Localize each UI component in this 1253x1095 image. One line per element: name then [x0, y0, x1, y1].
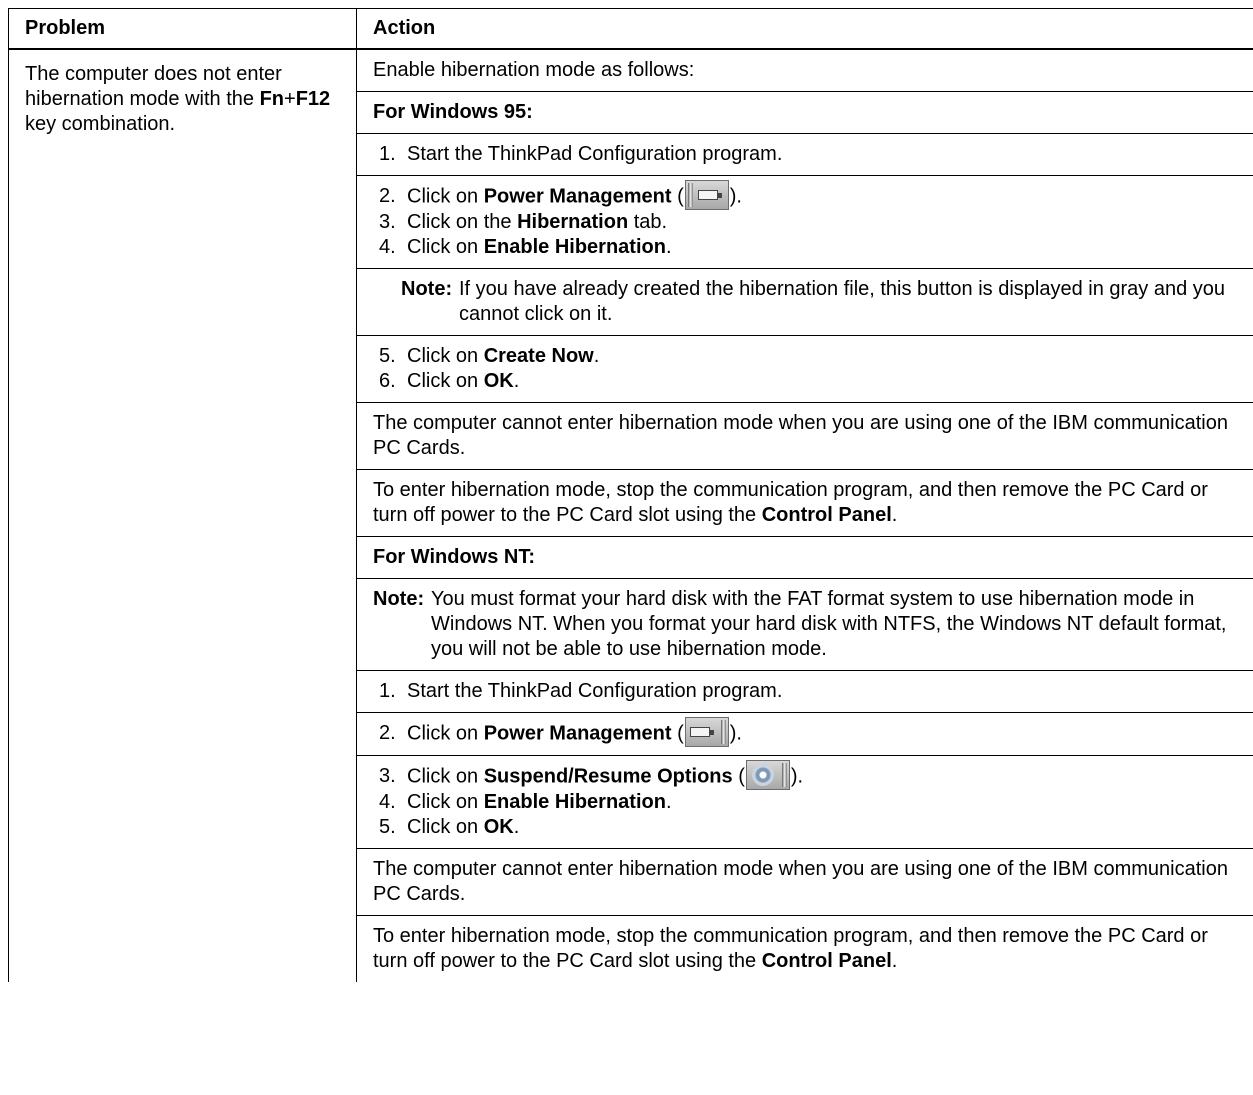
- list-item: 5. Click on OK.: [373, 815, 1237, 840]
- step-number: 1.: [379, 143, 396, 165]
- windowsnt-steps-block: 3. Click on Suspend/Resume Options (). 4.…: [357, 756, 1253, 849]
- windowsnt-step2-block: 2. Click on Power Management ().: [357, 713, 1253, 756]
- list-item: 2. Click on Power Management ().: [373, 180, 1237, 210]
- power-management-icon: [684, 180, 729, 210]
- note: Note: You must format your hard disk with…: [373, 587, 1237, 662]
- step-number: 3.: [379, 211, 396, 233]
- step-number: 4.: [379, 791, 396, 813]
- step-text: Click on Power Management ().: [407, 717, 742, 747]
- note: Note: If you have already created the hib…: [373, 277, 1237, 327]
- step-text: Click on the Hibernation tab.: [407, 211, 668, 233]
- windowsnt-heading-block: For Windows NT:: [357, 537, 1253, 579]
- paragraph: The computer cannot enter hibernation mo…: [373, 412, 1228, 459]
- step-number: 6.: [379, 370, 396, 392]
- table-row: The computer does not enter hibernation …: [8, 49, 1253, 982]
- troubleshooting-table-container: Problem Action The computer does not ent…: [8, 8, 1253, 982]
- list-item: 4. Click on Enable Hibernation.: [373, 790, 1237, 815]
- note-text: You must format your hard disk with the …: [431, 588, 1227, 660]
- step-number: 5.: [379, 816, 396, 838]
- windowsnt-step1-block: 1. Start the ThinkPad Configuration progr…: [357, 671, 1253, 713]
- step-text: Click on OK.: [407, 816, 520, 838]
- step-number: 2.: [379, 185, 396, 207]
- troubleshooting-table: Problem Action The computer does not ent…: [8, 8, 1253, 982]
- windows95-note-block: Note: If you have already created the hib…: [357, 269, 1253, 336]
- step-text: Start the ThinkPad Configuration program…: [407, 143, 783, 165]
- problem-text-part: The computer does not enter hibernation …: [25, 63, 282, 110]
- list-item: 4. Click on Enable Hibernation.: [373, 235, 1237, 260]
- windowsnt-heading: For Windows NT:: [373, 546, 536, 568]
- problem-column-header: Problem: [8, 8, 357, 50]
- problem-text: The computer does not enter hibernation …: [9, 50, 356, 137]
- intro-block: Enable hibernation mode as follows:: [357, 50, 1253, 92]
- windows95-step1-block: 1. Start the ThinkPad Configuration progr…: [357, 134, 1253, 176]
- table-header-row: Problem Action: [8, 8, 1253, 50]
- note-text: If you have already created the hibernat…: [459, 278, 1226, 325]
- plus-sign: +: [284, 88, 296, 110]
- step-text: Click on OK.: [407, 370, 520, 392]
- step-text: Click on Create Now.: [407, 345, 600, 367]
- paragraph: The computer cannot enter hibernation mo…: [373, 858, 1228, 905]
- intro-text: Enable hibernation mode as follows:: [373, 59, 695, 81]
- windows95-steps2-block: 5. Click on Create Now. 6. Click on OK.: [357, 336, 1253, 403]
- note-label: Note:: [373, 588, 425, 610]
- windows95-heading: For Windows 95:: [373, 101, 533, 123]
- list-item: 3. Click on the Hibernation tab.: [373, 210, 1237, 235]
- windows95-para1-block: The computer cannot enter hibernation mo…: [357, 403, 1253, 470]
- windowsnt-note-block: Note: You must format your hard disk with…: [357, 579, 1253, 671]
- step-text: Click on Power Management ().: [407, 180, 742, 210]
- f12-key: F12: [295, 88, 331, 110]
- step-number: 2.: [379, 722, 396, 744]
- step-text: Click on Enable Hibernation.: [407, 791, 672, 813]
- step-number: 3.: [379, 765, 396, 787]
- action-column-header: Action: [356, 8, 1253, 50]
- step-text: Click on Enable Hibernation.: [407, 236, 672, 258]
- list-item: 5. Click on Create Now.: [373, 344, 1237, 369]
- windows95-steps-block: 2. Click on Power Management (). 3. Click …: [357, 176, 1253, 269]
- list-item: 1. Start the ThinkPad Configuration progr…: [373, 679, 1237, 704]
- fn-key: Fn: [259, 88, 285, 110]
- paragraph: To enter hibernation mode, stop the comm…: [373, 479, 1208, 526]
- paragraph: To enter hibernation mode, stop the comm…: [373, 925, 1208, 972]
- action-cell: Enable hibernation mode as follows: For …: [356, 49, 1253, 982]
- list-item: 6. Click on OK.: [373, 369, 1237, 394]
- windows95-heading-block: For Windows 95:: [357, 92, 1253, 134]
- windows95-para2-block: To enter hibernation mode, stop the comm…: [357, 470, 1253, 537]
- step-text: Click on Suspend/Resume Options ().: [407, 760, 803, 790]
- problem-text-part: key combination.: [25, 113, 176, 135]
- problem-cell: The computer does not enter hibernation …: [8, 49, 357, 982]
- step-number: 1.: [379, 680, 396, 702]
- list-item: 2. Click on Power Management ().: [373, 717, 1237, 747]
- windowsnt-para2-block: To enter hibernation mode, stop the comm…: [357, 916, 1253, 982]
- list-item: 1. Start the ThinkPad Configuration progr…: [373, 142, 1237, 167]
- step-text: Start the ThinkPad Configuration program…: [407, 680, 783, 702]
- power-management-icon: [684, 717, 729, 747]
- step-number: 5.: [379, 345, 396, 367]
- suspend-resume-options-icon: [745, 760, 790, 790]
- note-label: Note:: [401, 278, 453, 300]
- list-item: 3. Click on Suspend/Resume Options ().: [373, 760, 1237, 790]
- windowsnt-para1-block: The computer cannot enter hibernation mo…: [357, 849, 1253, 916]
- step-number: 4.: [379, 236, 396, 258]
